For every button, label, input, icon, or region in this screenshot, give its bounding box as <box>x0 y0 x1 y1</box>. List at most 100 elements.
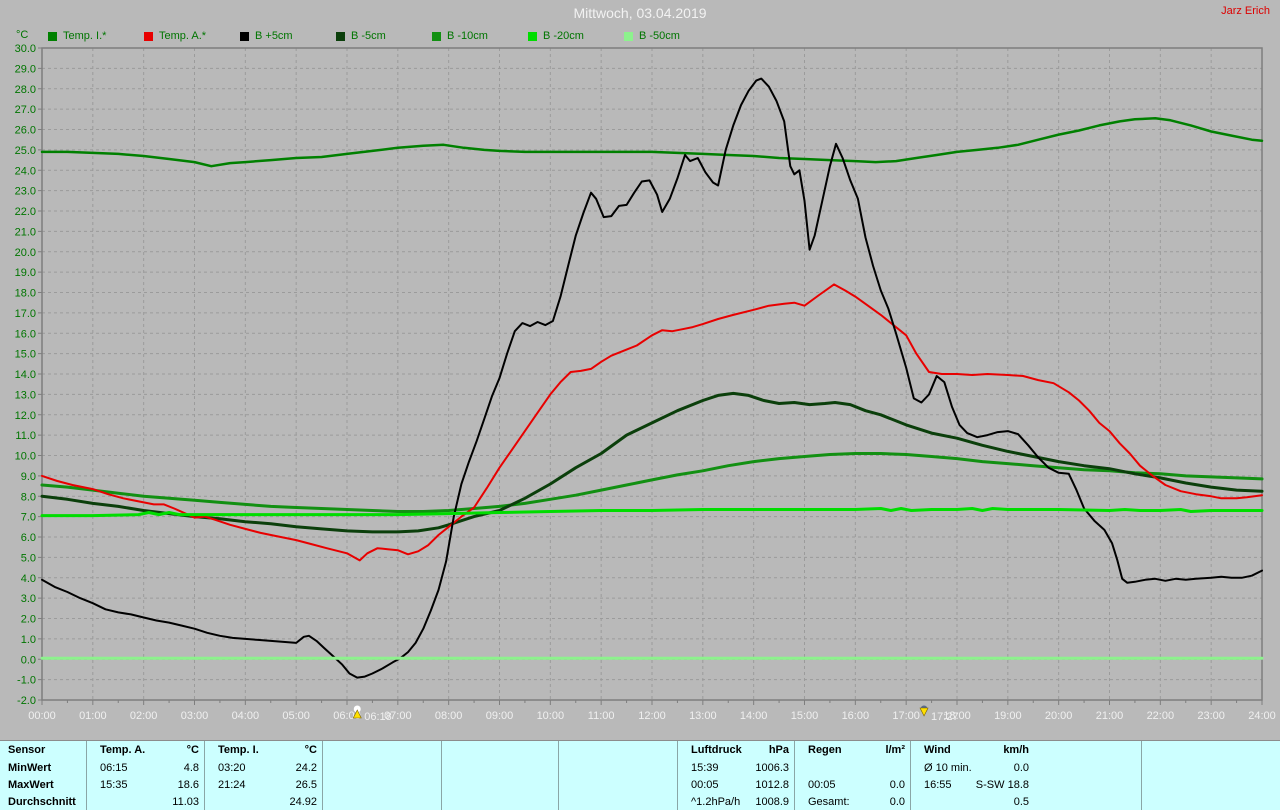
y-tick-label: 28.0 <box>15 84 36 96</box>
table-row-label: Sensor <box>0 741 87 759</box>
y-tick-label: 8.0 <box>21 491 36 503</box>
x-tick-label: 03:00 <box>181 710 209 722</box>
y-tick-label: 29.0 <box>15 63 36 75</box>
wind-avg10-cell: Ø 10 min. 0.0 <box>911 759 1142 776</box>
y-tick-label: 15.0 <box>15 349 36 361</box>
temperature-chart: 30.0 29.0 28.0 27.0 26.0 25.0 24.0 23.0 22.0 21.0… <box>15 43 1276 723</box>
y-tick-label: 13.0 <box>15 389 36 401</box>
table-row-label: MaxWert <box>0 776 87 793</box>
x-tick-label: 09:00 <box>486 710 514 722</box>
y-tick-label: 10.0 <box>15 451 36 463</box>
empty-cell <box>1142 776 1280 793</box>
y-tick-label: 18.0 <box>15 288 36 300</box>
y-tick-label: -2.0 <box>17 695 36 707</box>
temp-i-header-cell: Temp. I. °C <box>205 741 323 759</box>
legend-swatch-b_minus20 <box>528 31 537 41</box>
legend-item-b_minus50: B -50cm <box>624 30 720 42</box>
y-tick-label: 27.0 <box>15 104 36 116</box>
sunset-arrow-icon <box>919 707 929 717</box>
empty-cell <box>1142 793 1280 810</box>
x-tick-label: 20:00 <box>1045 710 1073 722</box>
legend-item-temp_i: Temp. I.* <box>48 30 144 42</box>
temp-a-max-cell: 15:35 18.6 <box>87 776 205 793</box>
y-tick-label: 11.0 <box>15 430 36 442</box>
x-tick-label: 02:00 <box>130 710 158 722</box>
y-tick-label: 3.0 <box>21 593 36 605</box>
y-tick-label: 19.0 <box>15 267 36 279</box>
x-tick-label: 13:00 <box>689 710 717 722</box>
table-row-label: Durchschnitt <box>0 793 87 810</box>
y-tick-label: 21.0 <box>15 226 36 238</box>
empty-cell <box>1142 759 1280 776</box>
legend-item-b_minus5: B -5cm <box>336 30 432 42</box>
y-tick-label: 23.0 <box>15 186 36 198</box>
luftdruck-min-cell: 15:39 1006.3 <box>678 759 795 776</box>
wind-avg-cell: 0.5 <box>911 793 1142 810</box>
wind-max-cell: 16:55 S-SW 18.8 <box>911 776 1142 793</box>
x-tick-label: 16:00 <box>842 710 870 722</box>
x-tick-label: 19:00 <box>994 710 1022 722</box>
author-label: Jarz Erich <box>1221 5 1270 17</box>
x-tick-label: 23:00 <box>1197 710 1225 722</box>
stats-table: Sensor Temp. A. °C Temp. I. °C Luftdruck hP… <box>0 740 1280 810</box>
empty-cell <box>1142 741 1280 759</box>
x-tick-label: 00:00 <box>28 710 56 722</box>
minwert-label: MinWert <box>8 761 52 774</box>
x-tick-label: 04:00 <box>232 710 260 722</box>
regen-total-cell: Gesamt: 0.0 <box>795 793 911 810</box>
y-tick-label: 22.0 <box>15 206 36 218</box>
x-tick-label: 24:00 <box>1248 710 1276 722</box>
regen-header-cell: Regen l/m² <box>795 741 911 759</box>
y-tick-label: 0.0 <box>21 654 36 666</box>
y-tick-label: 25.0 <box>15 145 36 157</box>
empty-cell <box>323 741 442 759</box>
temp-i-min-cell: 03:20 24.2 <box>205 759 323 776</box>
temp-a-min-cell: 06:15 4.8 <box>87 759 205 776</box>
legend-swatch-b_plus5 <box>240 31 249 41</box>
y-tick-label: 20.0 <box>15 247 36 259</box>
y-tick-label: 26.0 <box>15 125 36 137</box>
legend-swatch-b_minus10 <box>432 31 441 41</box>
legend-label-b_minus5: B -5cm <box>351 30 386 42</box>
y-tick-label: 9.0 <box>21 471 36 483</box>
x-tick-label: 01:00 <box>79 710 107 722</box>
y-tick-label: -1.0 <box>17 675 36 687</box>
x-tick-label: 12:00 <box>638 710 666 722</box>
wind-header-cell: Wind km/h <box>911 741 1142 759</box>
luftdruck-avg-cell: ^1.2hPa/h 1008.9 <box>678 793 795 810</box>
y-tick-label: 30.0 <box>15 43 36 55</box>
x-tick-label: 15:00 <box>791 710 819 722</box>
temp-a-header-cell: Temp. A. °C <box>87 741 205 759</box>
empty-cell <box>559 776 678 793</box>
temp-i-avg-cell: 24.92 <box>205 793 323 810</box>
legend-label-b_minus50: B -50cm <box>639 30 680 42</box>
y-tick-label: 4.0 <box>21 573 36 585</box>
maxwert-label: MaxWert <box>8 778 54 791</box>
y-tick-label: 2.0 <box>21 614 36 626</box>
legend-label-b_minus10: B -10cm <box>447 30 488 42</box>
empty-cell <box>442 793 559 810</box>
page-title: Mittwoch, 03.04.2019 <box>573 5 707 21</box>
empty-cell <box>442 776 559 793</box>
empty-cell <box>323 776 442 793</box>
chart-legend: Temp. I.* Temp. A.* B +5cm B -5cm B -10cm B -… <box>48 30 720 42</box>
y-tick-label: 6.0 <box>21 532 36 544</box>
legend-item-temp_a: Temp. A.* <box>144 30 240 42</box>
legend-swatch-b_minus50 <box>624 31 633 41</box>
legend-label-b_plus5: B +5cm <box>255 30 293 42</box>
y-axis-unit-label: °C <box>16 29 29 41</box>
y-tick-label: 12.0 <box>15 410 36 422</box>
empty-cell <box>559 741 678 759</box>
legend-swatch-temp_i <box>48 31 57 41</box>
luftdruck-header-cell: Luftdruck hPa <box>678 741 795 759</box>
legend-item-b_minus10: B -10cm <box>432 30 528 42</box>
regen-max-cell: 00:05 0.0 <box>795 776 911 793</box>
x-tick-label: 22:00 <box>1147 710 1175 722</box>
empty-cell <box>323 793 442 810</box>
x-tick-label: 17:00 <box>892 710 920 722</box>
sunrise-time-label: 06:18 <box>364 711 392 723</box>
series-line-temp_i <box>40 117 1264 168</box>
temp-i-max-cell: 21:24 26.5 <box>205 776 323 793</box>
legend-swatch-temp_a <box>144 31 153 41</box>
legend-label-temp_a: Temp. A.* <box>159 30 207 42</box>
